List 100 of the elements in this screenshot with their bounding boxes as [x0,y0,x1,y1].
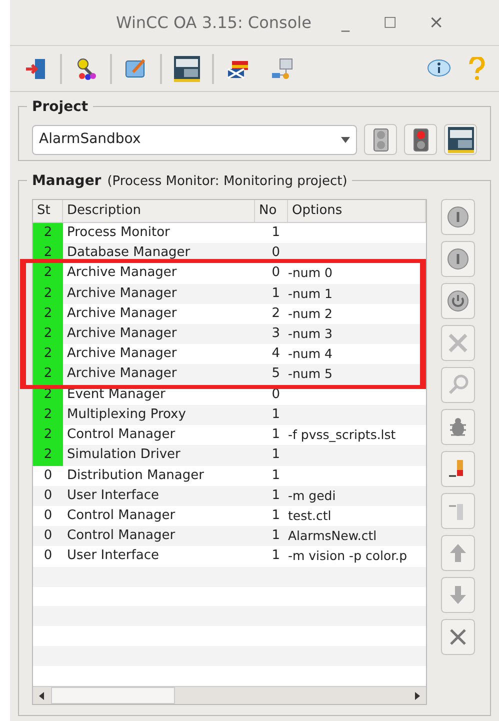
table-cell-text: Archive Manager [66,284,178,303]
table-cell-text: Distribution Manager [66,466,205,485]
table-cell-text: 5 [270,365,281,384]
status-cell: 2 [33,425,63,446]
table-cell-text: 1 [270,224,281,242]
status-cell: 2 [33,304,63,324]
table-cell-text: -f pvss_scripts.lst [288,426,396,444]
table-cell-text: Archive Manager [66,345,178,364]
status-cell-text: 0 [42,486,54,505]
column-header[interactable]: St [33,200,63,222]
column-header[interactable]: Description [63,200,255,222]
group-title: Manager [32,172,102,191]
info-icon[interactable] [427,58,451,78]
table-cell-text: Process Monitor [66,224,171,242]
status-cell: 2 [33,222,63,244]
window-title: WinCC OA 3.15: Console [116,12,312,34]
minimize-button[interactable]: _ [341,10,350,34]
power-button[interactable] [441,283,475,319]
start-button[interactable] [441,241,475,277]
close-button[interactable]: × [428,9,444,36]
table-cell-text: -m vision -p color.p [288,547,408,566]
traffic-light-icon [412,128,428,152]
stop-project-button[interactable] [404,124,437,155]
table-cell-text: -num 1 [288,284,332,303]
network-icon[interactable] [270,56,294,80]
status-cell: 2 [33,404,63,426]
project-dropdown[interactable]: AlarmSandbox [32,124,357,154]
table-cell-text: 1 [270,486,281,505]
table-cell-text: 1 [270,527,281,546]
exit-door-icon[interactable] [24,56,48,80]
status-cell: 2 [33,263,63,284]
table-cell-text: Control Manager [66,426,176,444]
maximize-button[interactable]: □ [383,12,397,33]
edit-icon[interactable] [124,56,148,80]
status-cell: 2 [33,445,63,466]
table-cell-text: Multiplexing Proxy [66,406,187,424]
table-cell-text: -m gedi [288,486,336,505]
table-cell-text: 1 [270,406,281,424]
arrow-down-icon [449,584,467,606]
table-cell-text: Archive Manager [66,264,178,282]
status-cell-text: 0 [42,547,54,566]
table-cell-text: Control Manager [66,506,176,525]
table-cell-text: Archive Manager [66,304,178,323]
power-icon [447,290,469,312]
table-cell-text: Database Manager [66,244,192,262]
table-cell-text: 3 [270,325,281,343]
start-icon [447,206,469,228]
horizontal-scrollbar[interactable] [33,686,426,704]
status-cell: 2 [33,284,63,304]
arrow-up-icon [449,542,467,564]
status-cell: 2 [33,364,63,385]
table-cell-text: -num 3 [288,325,332,343]
status-cell-text: 0 [42,527,54,546]
log-button[interactable] [441,451,475,487]
caret-icon [341,136,350,142]
table-cell-text: -num 5 [288,365,332,384]
search-icon [447,374,469,396]
table-cell-text: Archive Manager [66,365,178,384]
table-cell-text: 1 [270,446,281,464]
table-cell-text: 4 [270,345,281,364]
group-subtitle: (Process Monitor: Monitoring project) [107,173,348,191]
table-cell-text: 2 [270,304,281,323]
debug-button[interactable] [441,409,475,445]
move-down-button[interactable] [441,577,475,613]
status-cell: 2 [33,324,63,344]
move-up-button[interactable] [441,535,475,571]
table-cell-text: test.ctl [288,506,332,525]
bug-icon [447,416,469,438]
table-cell-text: 1 [270,547,281,566]
table-cell-text: -num 0 [288,264,332,282]
status-cell: 2 [33,344,63,364]
start-icon [447,248,469,270]
table-cell-text: 0 [270,264,281,282]
table-cell-text: Archive Manager [66,325,178,343]
table-cell-text: 0 [270,244,281,262]
table-cell-text: AlarmsNew.ctl [288,527,377,546]
column-header[interactable]: Options [288,200,426,222]
table-cell-text: Event Manager [66,386,166,404]
status-cell-text: 0 [42,466,54,485]
table-cell-text: 1 [270,466,281,485]
table-cell-text: 1 [270,284,281,303]
table-cell-text: -num 2 [288,304,332,323]
column-header[interactable]: No [255,200,288,222]
table-cell-text: 0 [270,386,281,404]
table-cell-text: 1 [270,506,281,525]
table-cell-text: Simulation Driver [66,446,182,464]
table-cell-text: User Interface [66,486,160,505]
traffic-light-icon [372,128,388,152]
logo-icon [174,56,200,82]
start-button[interactable] [441,199,475,235]
close-icon [448,627,468,647]
status-cell-text: 0 [42,506,54,525]
logo-icon [448,126,474,152]
remove-button[interactable] [441,619,475,655]
table-cell-text: Control Manager [66,527,176,546]
table-cell-text: -num 4 [288,345,332,364]
project-logo-button[interactable] [444,124,477,155]
table-cell-text: User Interface [66,547,160,566]
start-project-button[interactable] [364,124,397,155]
table-cell-text: 1 [270,426,281,444]
